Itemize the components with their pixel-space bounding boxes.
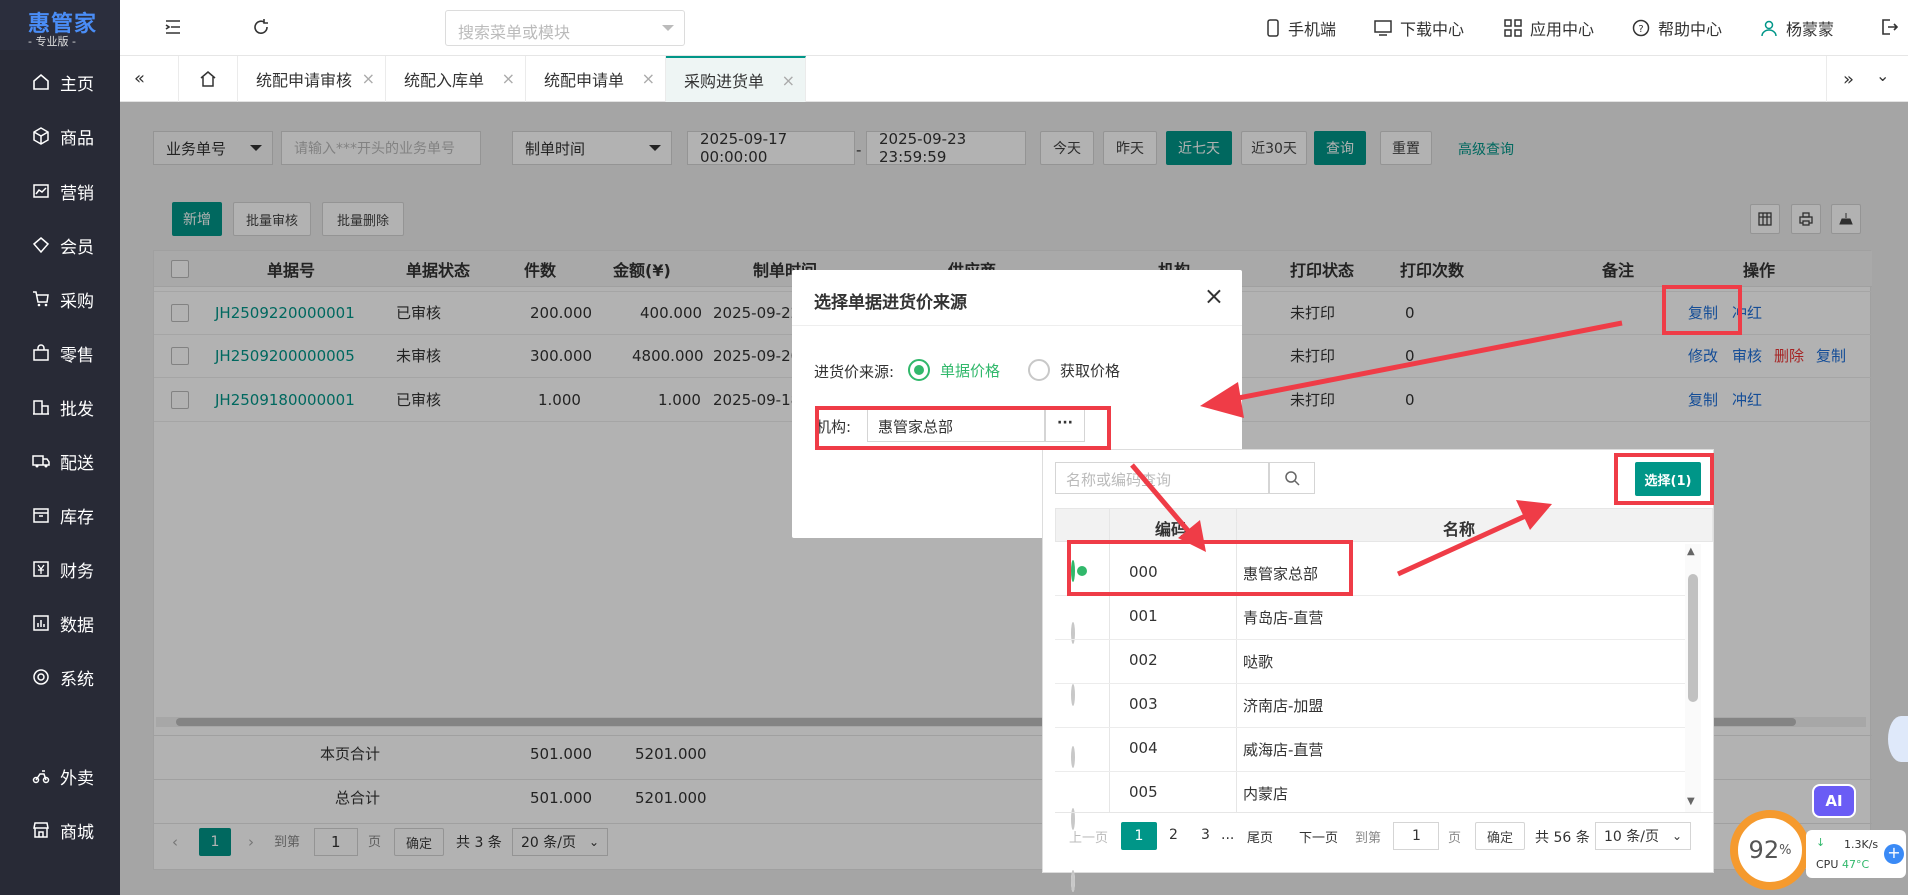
gauge-percent: 92 xyxy=(1748,836,1780,864)
download-arrow-icon: ↓ xyxy=(1816,836,1826,849)
arrow-head xyxy=(1516,500,1552,530)
annotation-arrows xyxy=(1130,320,1623,577)
cpu-label: CPU xyxy=(1816,858,1839,871)
net-speed: 1.3K/s xyxy=(1844,838,1879,851)
side-helper-icon[interactable] xyxy=(1888,716,1908,762)
arrow-head xyxy=(1200,382,1244,418)
arrow-line xyxy=(1396,511,1532,577)
arrow-line xyxy=(1217,320,1623,405)
ai-assistant-button[interactable]: AI xyxy=(1812,784,1856,818)
cpu-temp: 47°C xyxy=(1842,858,1870,871)
arrow-line xyxy=(1130,463,1198,542)
performance-gauge[interactable]: 92% xyxy=(1730,810,1810,890)
gauge-percent-unit: % xyxy=(1779,842,1792,858)
add-widget-icon[interactable]: + xyxy=(1884,844,1904,864)
